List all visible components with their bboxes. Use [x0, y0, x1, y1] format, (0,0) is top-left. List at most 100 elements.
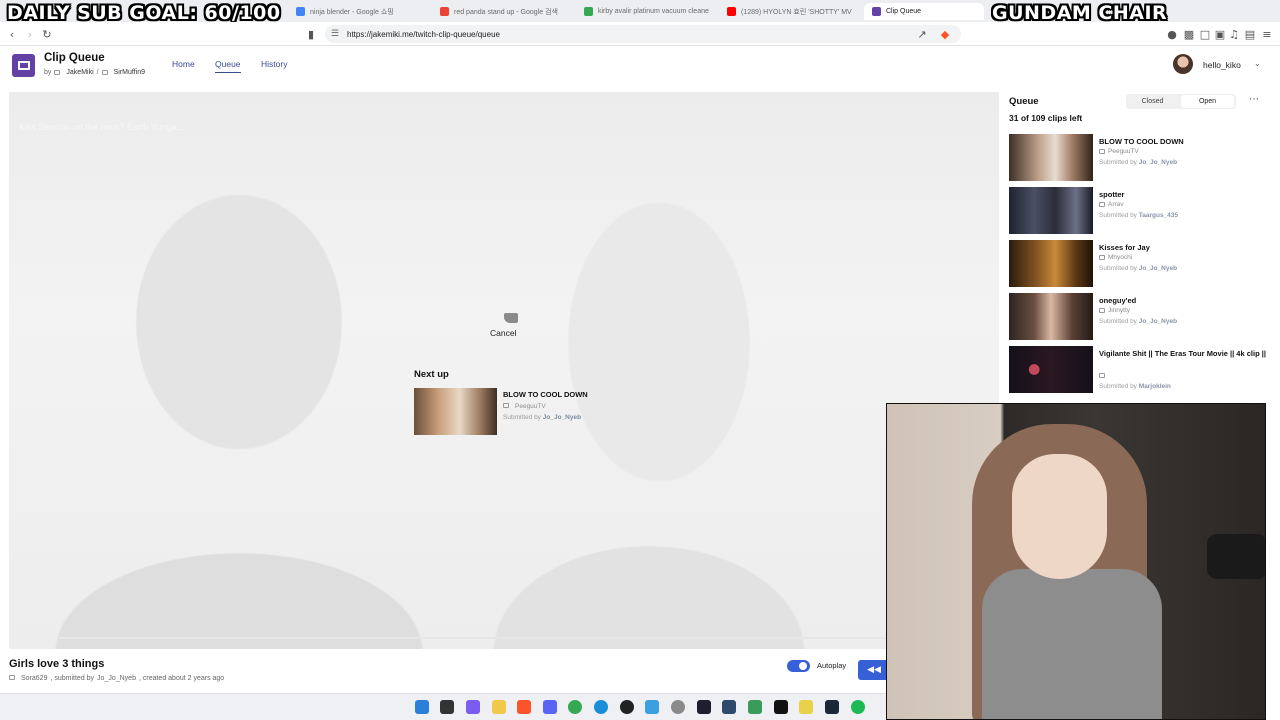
queue-thumbnail[interactable]	[1009, 240, 1093, 287]
nav-history[interactable]: History	[261, 59, 287, 69]
queue-open-button[interactable]: Open	[1181, 95, 1234, 108]
queue-title: Queue	[1009, 96, 1039, 107]
clip-channel[interactable]: Sora629	[21, 675, 47, 682]
tab-kirby-vacuum[interactable]: kirby avalir platinum vacuum cleane	[584, 3, 722, 20]
streamlabs-icon[interactable]	[774, 700, 788, 714]
next-up-title[interactable]: BLOW TO COOL DOWN	[503, 390, 588, 399]
submitted-prefix: Submitted by	[1099, 383, 1137, 390]
extensions-puzzle-icon[interactable]: ▩	[1181, 26, 1197, 42]
player-progress-bar[interactable]	[59, 637, 889, 639]
app-header: Clip Queue by JakeMiki / SirMuffin9 Home…	[0, 47, 1280, 89]
windows-taskbar	[0, 693, 886, 720]
next-up-thumbnail[interactable]	[414, 388, 497, 435]
more-options-icon[interactable]: ⋯	[1249, 94, 1259, 105]
queue-thumbnail[interactable]	[1009, 293, 1093, 340]
task-view-icon[interactable]	[440, 700, 454, 714]
app-title: Clip Queue	[44, 52, 105, 64]
google-shopping-icon	[296, 7, 305, 16]
site-settings-icon[interactable]: ☰	[331, 28, 339, 39]
chat-icon	[503, 403, 509, 408]
queue-item[interactable]: spotter Arrav Submitted by Taargus_435	[1009, 187, 1269, 235]
steam-icon[interactable]	[825, 700, 839, 714]
settings-icon[interactable]	[671, 700, 685, 714]
app-byline: by JakeMiki / SirMuffin9	[44, 69, 145, 76]
queue-item-channel: Mhyochi	[1099, 254, 1132, 261]
submitted-prefix: Submitted by	[503, 414, 541, 421]
nav-home[interactable]: Home	[172, 59, 195, 69]
app-icon[interactable]	[645, 700, 659, 714]
webcam-figure-face	[1012, 454, 1107, 579]
queue-thumbnail[interactable]	[1009, 134, 1093, 181]
brave-icon[interactable]	[492, 700, 506, 714]
cancel-icon[interactable]	[504, 313, 518, 323]
clip-meta: Sora629 , submitted by Jo_Jo_Nyeb , crea…	[9, 675, 224, 682]
forward-icon[interactable]: ›	[22, 26, 38, 42]
tab-youtube-hyolyn[interactable]: (1289) HYOLYN 효린 'SHOTTY' MV	[727, 3, 865, 20]
chevron-down-icon[interactable]: ⌄	[1254, 59, 1261, 68]
queue-item-submitter: Submitted by Jo_Jo_Nyeb	[1099, 159, 1177, 166]
username[interactable]: hello_kiko	[1203, 60, 1241, 70]
created-text: , created about 2 years ago	[138, 675, 225, 682]
queue-open-toggle[interactable]: Closed Open	[1126, 94, 1236, 109]
queue-item-title[interactable]: oneguy'ed	[1099, 295, 1269, 306]
queue-thumbnail[interactable]	[1009, 346, 1093, 393]
game-icon[interactable]	[799, 700, 813, 714]
queue-item-title[interactable]: Kisses for Jay	[1099, 242, 1269, 253]
brave-shield-icon[interactable]: ◆	[937, 26, 953, 42]
submitter-name: Marjoklein	[1138, 383, 1171, 390]
queue-item-title[interactable]: Vigilante Shit || The Eras Tour Movie ||…	[1099, 348, 1269, 359]
reload-icon[interactable]: ↻	[39, 26, 55, 42]
queue-closed-button[interactable]: Closed	[1126, 94, 1179, 109]
queue-item[interactable]: Kisses for Jay Mhyochi Submitted by Jo_J…	[1009, 240, 1269, 288]
clip-title: Girls love 3 things	[9, 658, 105, 670]
clip-player[interactable]: Kiss Session on the mins? Earth Yunga...…	[9, 92, 999, 649]
share-icon[interactable]: ↗	[914, 26, 930, 42]
back-icon[interactable]: ‹	[4, 26, 20, 42]
bookmark-icon[interactable]: ▮	[303, 26, 319, 42]
capture-icon[interactable]	[722, 700, 736, 714]
queue-item-title[interactable]: spotter	[1099, 189, 1269, 200]
chat-icon	[1099, 201, 1105, 207]
tab-label: kirby avalir platinum vacuum cleane	[598, 8, 709, 15]
author-link-2[interactable]: SirMuffin9	[114, 69, 145, 76]
sidebar-icon[interactable]: ▤	[1242, 26, 1258, 42]
tab-red-panda[interactable]: red panda stand up - Google 검색	[440, 3, 580, 20]
brave-browser-icon[interactable]	[517, 700, 531, 714]
tab-ninja-blender[interactable]: ninja blender - Google 쇼핑	[296, 3, 436, 20]
edge-icon[interactable]	[594, 700, 608, 714]
avatar[interactable]	[1173, 54, 1193, 74]
terminal-icon[interactable]	[697, 700, 711, 714]
clip-queue-logo[interactable]	[12, 54, 35, 77]
autoplay-toggle[interactable]	[787, 660, 810, 672]
discord-icon[interactable]	[543, 700, 557, 714]
queue-item-channel: Jinnytty	[1099, 307, 1130, 314]
obs-icon[interactable]	[620, 700, 634, 714]
address-bar[interactable]: ☰ https://jakemiki.me/twitch-clip-queue/…	[325, 25, 961, 43]
submitted-text: , submitted by	[50, 675, 95, 682]
queue-item[interactable]: BLOW TO COOL DOWN PeeguuTV Submitted by …	[1009, 134, 1269, 182]
by-label: by	[44, 69, 52, 76]
channel-name: Jinnytty	[1108, 307, 1131, 314]
clip-submitter[interactable]: Jo_Jo_Nyeb	[97, 675, 136, 682]
extension-icon-2[interactable]: □	[1197, 26, 1213, 42]
extension-icon[interactable]: ●	[1164, 26, 1180, 42]
copilot-icon[interactable]	[466, 700, 480, 714]
author-link-1[interactable]: JakeMiki	[66, 69, 93, 76]
queue-item[interactable]: oneguy'ed Jinnytty Submitted by Jo_Jo_Ny…	[1009, 293, 1269, 341]
queue-item-title[interactable]: BLOW TO COOL DOWN	[1099, 136, 1269, 147]
nav-queue[interactable]: Queue	[215, 59, 241, 73]
cancel-button[interactable]: Cancel	[490, 328, 516, 338]
queue-item-channel	[1099, 372, 1108, 379]
queue-item[interactable]: Vigilante Shit || The Eras Tour Movie ||…	[1009, 346, 1269, 394]
spotify-icon[interactable]	[851, 700, 865, 714]
notepad-icon[interactable]	[748, 700, 762, 714]
menu-icon[interactable]: ≡	[1259, 26, 1275, 42]
music-icon[interactable]: ♫	[1226, 26, 1242, 42]
queue-item-submitter: Submitted by Taargus_435	[1099, 212, 1178, 219]
tab-clip-queue[interactable]: Clip Queue	[864, 3, 984, 20]
queue-thumbnail[interactable]	[1009, 187, 1093, 234]
chrome-icon[interactable]	[568, 700, 582, 714]
submitter-name: Jo_Jo_Nyeb	[542, 414, 582, 421]
windows-start-icon[interactable]	[415, 700, 429, 714]
submitted-prefix: Submitted by	[1099, 159, 1137, 166]
